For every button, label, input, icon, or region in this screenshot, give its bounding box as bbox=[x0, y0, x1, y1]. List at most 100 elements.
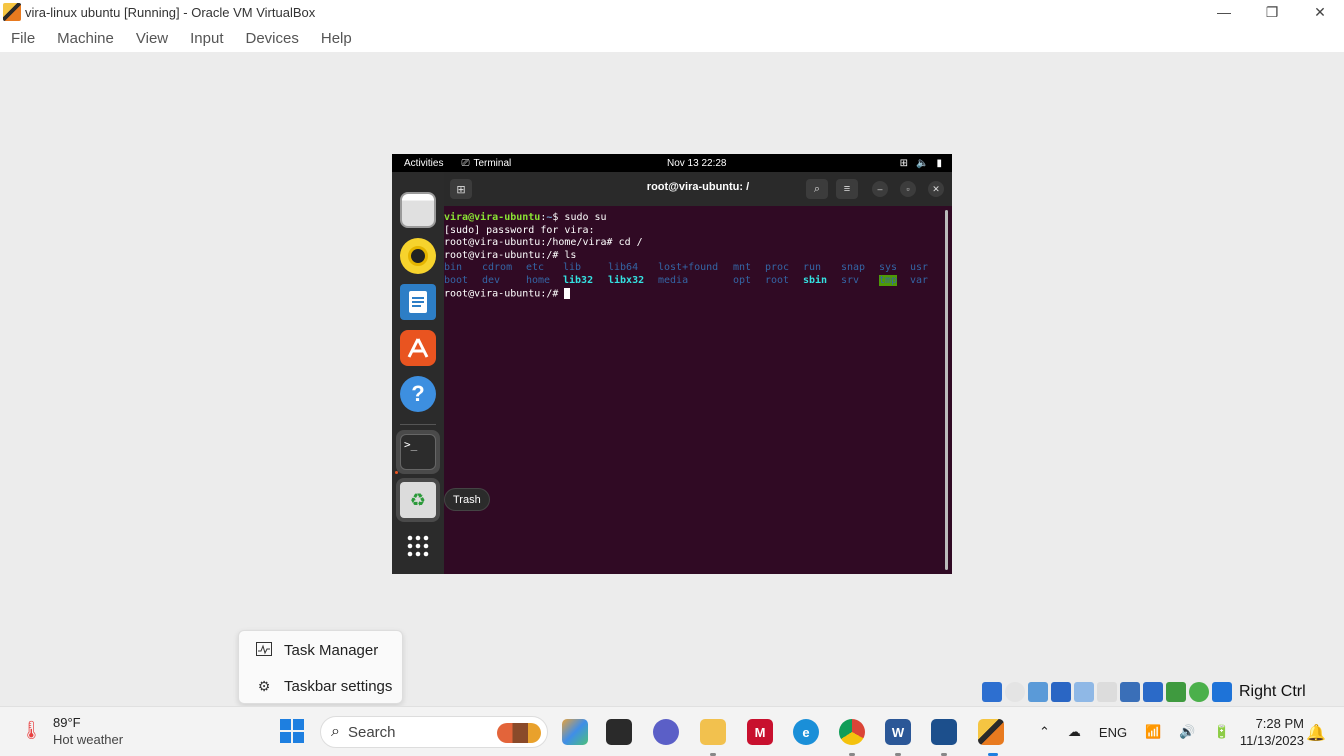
rhythmbox-icon[interactable] bbox=[400, 238, 436, 274]
audio-icon[interactable] bbox=[1028, 682, 1048, 702]
menu-view[interactable]: View bbox=[125, 30, 179, 47]
onedrive-icon[interactable]: ☁ bbox=[1068, 724, 1081, 740]
ls-entry: lost+found bbox=[658, 262, 719, 274]
taskbar-context-menu: Task Manager ⚙ Taskbar settings bbox=[238, 630, 403, 704]
search-label: Search bbox=[347, 723, 396, 741]
minimize-button[interactable]: — bbox=[1200, 0, 1248, 24]
ls-entry: media bbox=[658, 274, 689, 286]
menubar: File Machine View Input Devices Help bbox=[0, 24, 1344, 52]
display-icon[interactable] bbox=[1120, 682, 1140, 702]
terminal-line: [sudo] password for vira: bbox=[444, 224, 595, 236]
trash-icon[interactable]: ♻ bbox=[400, 482, 436, 518]
gear-icon: ⚙ bbox=[257, 677, 271, 694]
mouse-integration-icon[interactable] bbox=[1212, 682, 1232, 702]
ls-entry: dev bbox=[482, 274, 501, 286]
terminal-maximize-button[interactable]: ▫ bbox=[900, 181, 916, 197]
thermometer-icon: 🌡 bbox=[20, 720, 43, 740]
taskbar-search[interactable]: ⌕ Search bbox=[320, 716, 548, 748]
ls-entry: usr bbox=[910, 262, 929, 274]
activities-button[interactable]: Activities bbox=[404, 158, 443, 169]
network-adapter-icon[interactable] bbox=[1051, 682, 1071, 702]
virtualbox-vm-icon[interactable] bbox=[978, 719, 1004, 745]
chat-icon[interactable] bbox=[653, 719, 679, 745]
menu-item-taskbar-settings[interactable]: ⚙ Taskbar settings bbox=[239, 669, 404, 703]
search-highlight-image bbox=[497, 723, 541, 743]
terminal-minimize-button[interactable]: – bbox=[872, 181, 888, 197]
windows-logo-quad bbox=[293, 732, 304, 743]
ls-entry: boot bbox=[444, 274, 469, 286]
show-apps-icon[interactable] bbox=[400, 528, 436, 564]
window-title: vira-linux ubuntu [Running] - Oracle VM … bbox=[25, 4, 316, 20]
menu-input[interactable]: Input bbox=[179, 30, 234, 47]
menu-machine[interactable]: Machine bbox=[46, 30, 125, 47]
terminal-cursor bbox=[564, 287, 571, 299]
ls-entry-wrap: tmp bbox=[879, 274, 910, 288]
ubuntu-dock: ? >_ ♻ bbox=[392, 172, 444, 574]
terminal-content[interactable]: vira@vira-ubuntu:~$ sudo su [sudo] passw… bbox=[444, 206, 944, 574]
ls-output-row: boot dev home lib32 libx32 media opt roo… bbox=[444, 274, 944, 288]
terminal-small-icon: ⎚ bbox=[461, 157, 470, 169]
file-explorer-icon[interactable] bbox=[700, 719, 726, 745]
menu-item-label: Task Manager bbox=[284, 641, 379, 659]
ls-entry: opt bbox=[733, 274, 752, 286]
search-button[interactable]: ⌕ bbox=[806, 179, 828, 199]
storage-icon[interactable] bbox=[982, 682, 1002, 702]
gnome-top-bar: Activities ⎚ Terminal Nov 13 22:28 ⊞ 🔈 ▮ bbox=[392, 154, 952, 172]
document-glyph-icon bbox=[409, 291, 427, 313]
terminal-prompt-line: root@vira-ubuntu:/# bbox=[444, 287, 944, 301]
recording-icon[interactable] bbox=[1143, 682, 1163, 702]
dock-separator bbox=[400, 424, 436, 425]
menu-devices[interactable]: Devices bbox=[235, 30, 310, 47]
libreoffice-writer-icon[interactable] bbox=[400, 284, 436, 320]
app-center-icon[interactable] bbox=[400, 330, 436, 366]
guest-screen[interactable]: Activities ⎚ Terminal Nov 13 22:28 ⊞ 🔈 ▮… bbox=[392, 154, 952, 574]
terminal-scrollbar[interactable] bbox=[945, 210, 948, 570]
usb-icon[interactable] bbox=[1074, 682, 1094, 702]
start-button[interactable] bbox=[280, 719, 304, 743]
menu-file[interactable]: File bbox=[0, 30, 46, 47]
speaker-icon[interactable]: 🔊 bbox=[1179, 724, 1195, 740]
cpu-icon[interactable] bbox=[1166, 682, 1186, 702]
hamburger-menu-button[interactable]: ≡ bbox=[836, 179, 858, 199]
mcafee-icon[interactable]: M bbox=[747, 719, 773, 745]
running-indicator bbox=[395, 471, 398, 474]
chevron-up-icon[interactable]: ⌃ bbox=[1039, 724, 1050, 740]
word-icon[interactable]: W bbox=[885, 719, 911, 745]
terminal-headerbar: ⊞ root@vira-ubuntu: / ⌕ ≡ – ▫ ✕ bbox=[444, 172, 952, 206]
menu-item-task-manager[interactable]: Task Manager bbox=[239, 633, 404, 667]
shared-folders-icon[interactable] bbox=[1097, 682, 1117, 702]
guest-clock[interactable]: Nov 13 22:28 bbox=[667, 158, 727, 169]
optical-drive-icon[interactable] bbox=[1005, 682, 1025, 702]
dock-tooltip: Trash bbox=[444, 488, 490, 511]
close-button[interactable]: ✕ bbox=[1296, 0, 1344, 24]
restore-button[interactable]: ❐ bbox=[1248, 0, 1296, 24]
app-menu-label: Terminal bbox=[473, 157, 512, 169]
menu-item-label: Taskbar settings bbox=[284, 677, 393, 695]
ls-entry: tmp bbox=[879, 274, 898, 286]
app-menu[interactable]: ⎚ Terminal bbox=[461, 158, 511, 169]
guest-additions-icon[interactable] bbox=[1189, 682, 1209, 702]
notification-bell-icon[interactable]: 🔔 bbox=[1306, 723, 1326, 743]
chrome-icon[interactable] bbox=[839, 719, 865, 745]
language-indicator[interactable]: ENG bbox=[1099, 725, 1127, 740]
copilot-icon[interactable] bbox=[562, 719, 588, 745]
terminal-close-button[interactable]: ✕ bbox=[928, 181, 944, 197]
menu-help[interactable]: Help bbox=[310, 30, 363, 47]
terminal-line: root@vira-ubuntu:/# ls bbox=[444, 249, 577, 261]
windows-logo-quad bbox=[280, 719, 291, 730]
files-icon[interactable] bbox=[400, 192, 436, 228]
ls-entry: lib32 bbox=[563, 274, 594, 286]
edge-icon[interactable]: e bbox=[793, 719, 819, 745]
help-icon[interactable]: ? bbox=[400, 376, 436, 412]
ls-entry: lib bbox=[563, 262, 582, 274]
task-view-icon[interactable] bbox=[606, 719, 632, 745]
taskbar-clock[interactable]: 7:28 PM 11/13/2023 bbox=[1226, 715, 1304, 749]
ls-entry: libx32 bbox=[608, 274, 645, 286]
system-menu[interactable]: ⊞ 🔈 ▮ bbox=[900, 158, 942, 169]
terminal-dock-icon[interactable]: >_ bbox=[400, 434, 436, 470]
wifi-icon[interactable]: 📶 bbox=[1145, 724, 1161, 740]
ls-entry: sbin bbox=[803, 274, 828, 286]
weather-widget[interactable]: 🌡 89°F Hot weather bbox=[20, 715, 123, 747]
virtualbox-manager-icon[interactable] bbox=[931, 719, 957, 745]
command-text: $ sudo su bbox=[552, 212, 607, 223]
